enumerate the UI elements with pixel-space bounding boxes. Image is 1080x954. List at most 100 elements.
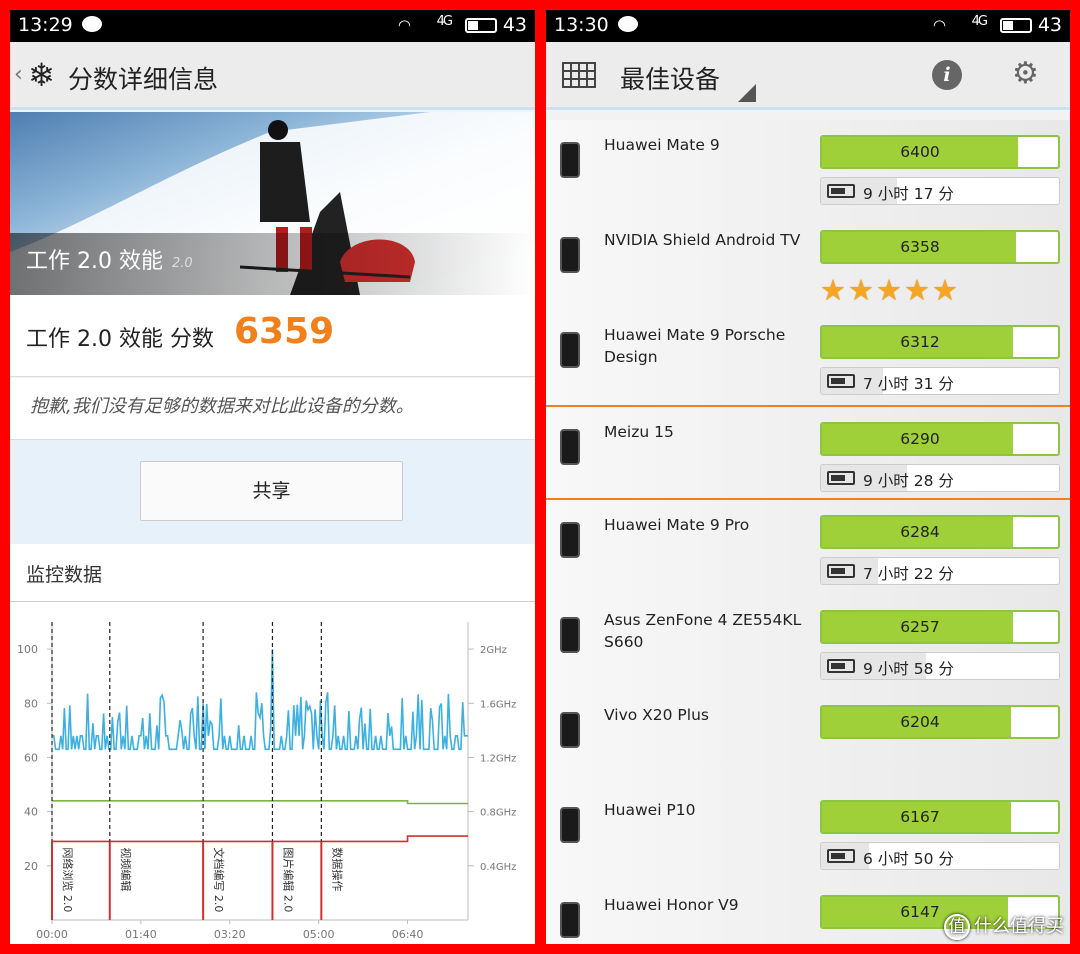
device-row[interactable]: Vivo X20 Plus 6204 xyxy=(546,690,1070,785)
battery-life-bar: 7 小时 22 分 xyxy=(820,557,1060,585)
dropdown-triangle-icon[interactable] xyxy=(738,84,756,102)
share-button[interactable]: 共享 xyxy=(140,461,403,521)
y-tick-label-left: 20 xyxy=(24,860,38,873)
cpu-freq-series-line-2 xyxy=(52,835,468,843)
battery-icon xyxy=(1000,18,1032,33)
device-name: Huawei Mate 9 Pro xyxy=(604,516,750,534)
device-name: Huawei Mate 9 xyxy=(604,136,720,154)
device-row[interactable]: Huawei P10 6167 6 小时 50 分 xyxy=(546,785,1070,880)
score-bar: 6204 xyxy=(820,705,1060,739)
y-tick-label-left: 80 xyxy=(24,697,38,710)
battery-life: 6 小时 50 分 xyxy=(863,850,954,868)
phone-icon xyxy=(560,237,580,273)
device-row[interactable]: Huawei Mate 9 Porsche Design 6312 7 小时 31 … xyxy=(546,310,1070,405)
y-tick-label-right: 0.8GHz xyxy=(480,808,516,819)
battery-icon xyxy=(465,18,497,33)
page-title[interactable]: 最佳设备 xyxy=(620,60,720,96)
device-score: 6257 xyxy=(900,618,940,636)
segment-label: 文档编写 2.0 xyxy=(212,847,226,912)
x-tick-label: 06:40 xyxy=(392,928,424,941)
device-name: Vivo X20 Plus xyxy=(604,706,709,724)
score-bar: 6400 xyxy=(820,135,1060,169)
device-row[interactable]: NVIDIA Shield Android TV 6358 ★★★★★ xyxy=(546,215,1070,310)
battery-life-bar: 9 小时 17 分 xyxy=(820,177,1060,205)
device-row[interactable]: Huawei Mate 9 6400 9 小时 17 分 xyxy=(546,120,1070,215)
right-screen: 13:30 ◠ 4G 43 最佳设备 i ⚙ Huawei Mate 9 6400… xyxy=(546,10,1070,944)
device-score: 6400 xyxy=(900,143,940,161)
phone-icon xyxy=(560,617,580,653)
back-chevron-icon[interactable]: ‹ xyxy=(14,62,23,87)
y-tick-label-left: 100 xyxy=(17,643,38,656)
battery-icon xyxy=(827,564,855,578)
app-header: 最佳设备 i ⚙ xyxy=(546,42,1070,110)
device-score: 6312 xyxy=(900,333,940,351)
info-icon[interactable]: i xyxy=(932,60,962,90)
segment-label: 数据操作 xyxy=(330,847,344,891)
banner-title: 工作 2.0 效能 xyxy=(26,249,163,274)
battery-percent: 43 xyxy=(502,14,527,36)
message-icon xyxy=(618,16,638,32)
comparison-message-text: 抱歉,我们没有足够的数据来对比此设备的分数。 xyxy=(30,396,414,417)
battery-life-bar: 7 小时 31 分 xyxy=(820,367,1060,395)
battery-life: 7 小时 31 分 xyxy=(863,375,954,393)
gear-icon[interactable]: ⚙ xyxy=(1012,56,1039,91)
score-bar: 6257 xyxy=(820,610,1060,644)
battery-icon xyxy=(827,849,855,863)
monitor-chart-svg: 20 40 60 80 100 0.4GHz 0.8GHz 1.2GHz 1.6GHz 2GHz 0… xyxy=(17,622,516,941)
phone-icon xyxy=(560,142,580,178)
x-tick-label: 05:00 xyxy=(303,928,335,941)
left-screen: 13:29 ◠ 4G 43 ‹ ❄ 分数详细信息 工作 2.0 效能 2.0 工… xyxy=(10,10,535,944)
score-value: 6359 xyxy=(234,311,335,352)
monitor-header: 监控数据 xyxy=(10,544,535,602)
segment-label: 图片编辑 2.0 xyxy=(281,847,295,912)
device-name: Asus ZenFone 4 ZE554KL S660 xyxy=(604,611,802,651)
score-bar: 6358 xyxy=(820,230,1060,264)
y-tick-label-right: 1.6GHz xyxy=(480,699,516,710)
battery-life-bar: 9 小时 58 分 xyxy=(820,652,1060,680)
battery-life: 9 小时 17 分 xyxy=(863,185,954,203)
score-label: 工作 2.0 效能 分数 xyxy=(26,327,214,352)
battery-icon xyxy=(827,659,855,673)
comparison-message: 抱歉,我们没有足够的数据来对比此设备的分数。 xyxy=(10,378,535,440)
score-bar: 6167 xyxy=(820,800,1060,834)
device-row[interactable]: Meizu 15 6290 9 小时 28 分 xyxy=(546,405,1070,500)
signal-icon: 4G xyxy=(971,14,988,29)
battery-icon xyxy=(827,374,855,388)
device-row[interactable]: Asus ZenFone 4 ZE554KL S660 6257 9 小时 58 分 xyxy=(546,595,1070,690)
y-tick-label-right: 0.4GHz xyxy=(480,862,516,873)
device-score: 6358 xyxy=(900,238,940,256)
battery-life: 9 小时 28 分 xyxy=(863,472,954,490)
battery-percent: 43 xyxy=(1037,14,1062,36)
status-time: 13:30 xyxy=(554,14,609,36)
status-bar: 13:30 ◠ 4G 43 xyxy=(546,10,1070,42)
device-score: 6167 xyxy=(900,808,940,826)
device-score: 6147 xyxy=(900,903,940,921)
grid-menu-icon[interactable] xyxy=(562,62,596,88)
star-rating-icon: ★★★★★ xyxy=(820,273,960,307)
battery-life: 9 小时 58 分 xyxy=(863,660,954,678)
page-title: 分数详细信息 xyxy=(68,65,219,94)
y-tick-label-right: 1.2GHz xyxy=(480,753,516,764)
phone-icon xyxy=(560,807,580,843)
device-row[interactable]: Huawei Mate 9 Pro 6284 7 小时 22 分 xyxy=(546,500,1070,595)
banner-version: 2.0 xyxy=(172,256,193,271)
status-time: 13:29 xyxy=(18,14,73,36)
monitor-title: 监控数据 xyxy=(26,564,103,586)
battery-icon xyxy=(827,471,855,485)
x-tick-label: 03:20 xyxy=(214,928,246,941)
y-tick-label-left: 60 xyxy=(24,751,38,764)
device-score: 6204 xyxy=(900,713,940,731)
app-header: ‹ ❄ 分数详细信息 xyxy=(10,42,535,110)
cpu-freq-series-line xyxy=(52,800,468,805)
x-tick-label: 00:00 xyxy=(36,928,68,941)
segment-label: 网络浏览 2.0 xyxy=(61,847,75,912)
phone-icon xyxy=(560,332,580,368)
device-score: 6290 xyxy=(900,430,940,448)
y-tick-label-left: 40 xyxy=(24,806,38,819)
battery-life-bar: 9 小时 28 分 xyxy=(820,464,1060,492)
segment-label: 视频编辑 xyxy=(119,847,133,891)
x-tick-label: 01:40 xyxy=(125,928,157,941)
battery-life-bar: 6 小时 50 分 xyxy=(820,842,1060,870)
phone-icon xyxy=(560,522,580,558)
device-name: Meizu 15 xyxy=(604,423,674,441)
